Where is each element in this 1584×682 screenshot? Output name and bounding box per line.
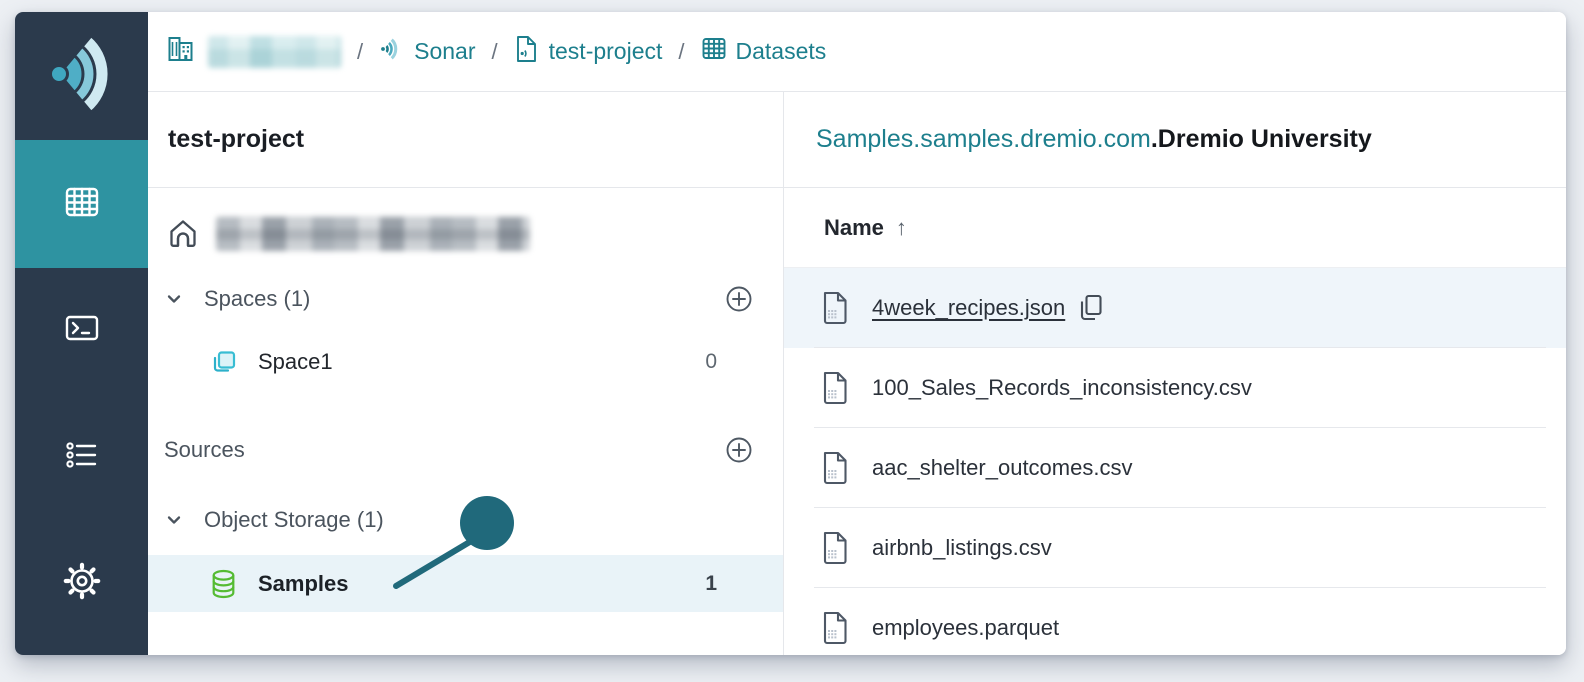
breadcrumb-item-label: Sonar [414,38,475,65]
name-column-header[interactable]: Name [824,215,884,241]
organization-building-icon [166,34,196,69]
table-header-row: Name ↑ [784,188,1566,268]
dataset-path-header: Samples.samples.dremio.com.Dremio Univer… [784,92,1566,188]
project-tree-panel: test-project Spaces (1) [148,92,783,655]
source-name: Samples [258,571,349,597]
tree-item-samples[interactable]: Samples 1 [148,555,783,612]
chevron-down-icon[interactable] [166,292,182,306]
sidebar-item-datasets[interactable] [15,140,148,268]
space-count: 0 [705,350,717,374]
dataset-name[interactable]: airbnb_listings.csv [872,535,1052,561]
breadcrumb-item-datasets[interactable]: Datasets [701,36,827,67]
home-username-redacted [216,217,530,251]
project-title: test-project [168,125,304,154]
chevron-down-icon[interactable] [166,513,182,527]
breadcrumb-separator: / [488,39,502,65]
sidebar-item-sql-runner[interactable] [15,282,148,378]
sidebar-item-jobs[interactable] [15,409,148,505]
tree-item-object-storage[interactable]: Object Storage (1) [148,496,783,544]
spaces-section-label: Spaces (1) [204,286,310,312]
breadcrumb-item-test-project[interactable]: test-project [514,35,663,69]
dremio-logo-icon [44,35,120,118]
dataset-name[interactable]: 100_Sales_Records_inconsistency.csv [872,375,1252,401]
app-window: / Sonar / [15,12,1566,655]
table-row: aac_shelter_outcomes.csv [784,428,1566,508]
dataset-link-4week-recipes[interactable]: 4week_recipes.json [784,268,1566,348]
screenshot-canvas: / Sonar / [0,0,1584,682]
file-icon [820,291,850,325]
dataset-link-airbnb-listings[interactable]: airbnb_listings.csv [784,508,1566,588]
datasets-grid-icon [64,185,100,224]
sort-ascending-arrow[interactable]: ↑ [896,215,907,241]
space-name: Space1 [258,349,333,375]
sonar-fan-icon [379,36,405,68]
sidebar-item-settings[interactable] [15,535,148,631]
datasets-panel: Samples.samples.dremio.com.Dremio Univer… [784,92,1566,655]
table-row: airbnb_listings.csv [784,508,1566,588]
dataset-path-current: .Dremio University [1151,125,1372,154]
sources-section-label: Sources [164,437,245,463]
dremio-logo[interactable] [15,12,148,140]
dataset-link-aac-shelter-outcomes[interactable]: aac_shelter_outcomes.csv [784,428,1566,508]
nav-sidebar [15,12,148,655]
dataset-name[interactable]: employees.parquet [872,615,1059,641]
tree-item-space1[interactable]: Space1 0 [148,338,783,386]
add-space-button[interactable] [725,285,753,313]
file-icon [820,451,850,485]
dataset-path-link[interactable]: Samples.samples.dremio.com [816,125,1151,154]
dataset-name[interactable]: 4week_recipes.json [872,295,1065,321]
tree-item-sources: Sources [148,426,783,474]
dataset-name[interactable]: aac_shelter_outcomes.csv [872,455,1132,481]
datasets-grid-icon [701,36,727,67]
dataset-link-employees-parquet[interactable]: employees.parquet [784,588,1566,655]
source-count: 1 [705,572,717,596]
add-source-button[interactable] [725,436,753,464]
file-icon [820,611,850,645]
table-row: 100_Sales_Records_inconsistency.csv [784,348,1566,428]
database-icon [210,568,237,599]
project-document-icon [514,35,540,69]
copy-icon[interactable] [1077,293,1105,323]
breadcrumb-separator: / [353,39,367,65]
jobs-list-icon [65,440,99,475]
settings-gear-icon [63,562,101,605]
space-layers-icon [210,348,238,376]
table-row: 4week_recipes.json [784,268,1566,348]
sql-runner-terminal-icon [64,312,100,349]
breadcrumb-item-label: Datasets [736,38,827,65]
breadcrumb-org-redacted[interactable] [208,36,341,68]
project-header: test-project [148,92,783,188]
tree-item-home[interactable] [148,210,783,258]
breadcrumb-item-label: test-project [549,38,663,65]
dataset-link-100-sales-records[interactable]: 100_Sales_Records_inconsistency.csv [784,348,1566,428]
file-icon [820,371,850,405]
table-row: employees.parquet [784,588,1566,655]
breadcrumb-separator: / [674,39,688,65]
breadcrumb: / Sonar / [148,12,1566,92]
home-icon [165,216,201,252]
object-storage-label: Object Storage (1) [204,507,384,533]
tree-item-spaces[interactable]: Spaces (1) [148,275,783,323]
file-icon [820,531,850,565]
breadcrumb-item-sonar[interactable]: Sonar [379,36,475,68]
